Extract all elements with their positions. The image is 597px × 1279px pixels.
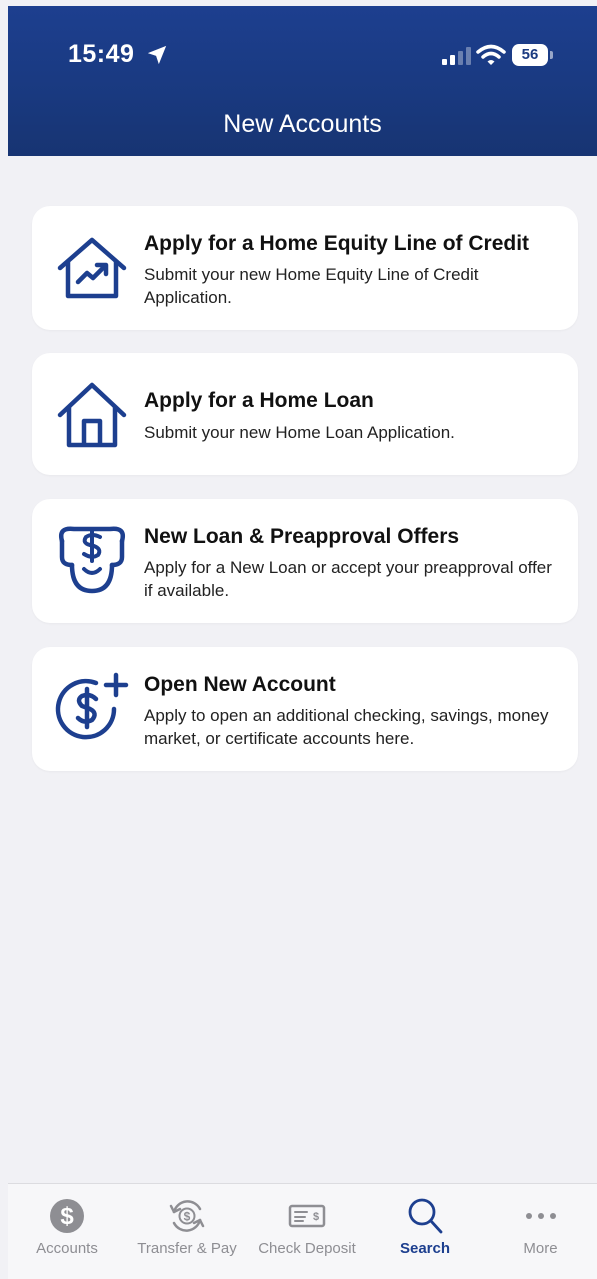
card-title: New Loan & Preapproval Offers (144, 525, 460, 548)
tab-bar: $ Accounts $ Transfer & Pay $ Check Depo… (8, 1183, 597, 1279)
card-description: Submit your new Home Equity Line of Cred… (144, 265, 479, 307)
tab-check-deposit[interactable]: $ Check Deposit (248, 1184, 366, 1279)
card-description: Apply to open an additional checking, sa… (144, 706, 549, 748)
dollar-plus-icon (55, 672, 129, 740)
cellular-signal-icon (442, 47, 471, 65)
wifi-icon (476, 44, 506, 65)
dollar-circle-icon: $ (50, 1199, 84, 1233)
page-title: New Accounts (223, 110, 382, 138)
tab-label: More (523, 1240, 558, 1257)
more-icon (525, 1213, 556, 1219)
tab-label: Accounts (36, 1240, 98, 1257)
svg-text:$: $ (313, 1211, 319, 1223)
card-description: Apply for a New Loan or accept your prea… (144, 558, 552, 600)
tab-label: Search (399, 1240, 451, 1257)
card-loan-preapproval-offers[interactable]: New Loan & Preapproval Offers Apply for … (32, 499, 578, 623)
header-bar: 15:49 56 New Accounts (8, 6, 597, 156)
battery-indicator: 56 (512, 44, 556, 68)
hand-money-icon (59, 526, 125, 594)
house-chart-icon (57, 237, 127, 299)
status-time: 15:49 (68, 40, 135, 68)
house-icon (57, 382, 127, 448)
tab-label: Check Deposit (258, 1240, 356, 1257)
card-title: Apply for a Home Equity Line of Credit (144, 232, 530, 255)
card-home-equity-line[interactable]: Apply for a Home Equity Line of Credit S… (32, 206, 578, 330)
tab-accounts[interactable]: $ Accounts (8, 1184, 126, 1279)
card-home-loan[interactable]: Apply for a Home Loan Submit your new Ho… (32, 353, 578, 475)
battery-tip (550, 51, 553, 59)
screen: 15:49 56 New Accounts Apply for a Home E… (0, 0, 597, 1279)
card-title: Apply for a Home Loan (144, 389, 374, 412)
svg-text:$: $ (60, 1203, 74, 1230)
card-description: Submit your new Home Loan Application. (144, 423, 455, 442)
card-title: Open New Account (144, 673, 336, 696)
card-open-new-account[interactable]: Open New Account Apply to open an additi… (32, 647, 578, 771)
svg-text:$: $ (184, 1210, 191, 1224)
battery-level: 56 (512, 44, 548, 66)
tab-transfer-pay[interactable]: $ Transfer & Pay (126, 1184, 248, 1279)
tab-label: Transfer & Pay (137, 1240, 237, 1257)
search-icon (408, 1198, 443, 1234)
location-arrow-icon (147, 45, 167, 65)
check-icon: $ (288, 1204, 326, 1228)
tab-search[interactable]: Search (366, 1184, 484, 1279)
tab-more[interactable]: More (484, 1184, 597, 1279)
transfer-icon: $ (169, 1200, 205, 1232)
